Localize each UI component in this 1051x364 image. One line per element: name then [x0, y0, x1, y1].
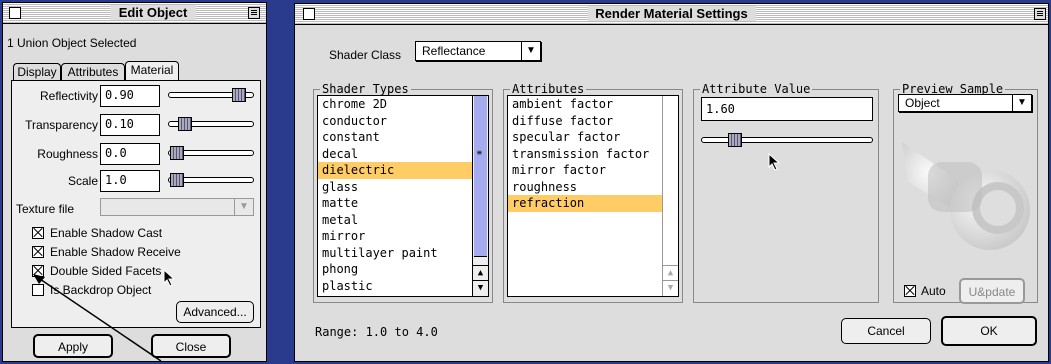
- attribute-value-label: Attribute Value: [700, 82, 813, 96]
- preview-object-value: Object: [905, 96, 940, 110]
- preview-render-shape: [902, 142, 1030, 250]
- render-settings-title: Render Material Settings: [587, 6, 756, 21]
- edit-object-window: Edit Object 1 Union Object Selected Disp…: [2, 2, 267, 362]
- cancel-button[interactable]: Cancel: [841, 318, 931, 344]
- attributes-scrollbar[interactable]: ▲ ▼: [662, 96, 678, 296]
- shader-class-popup[interactable]: Reflectance ▼: [415, 41, 541, 61]
- attribute-item[interactable]: diffuse factor: [508, 113, 678, 130]
- attribute-item[interactable]: transmission factor: [508, 146, 678, 163]
- scroll-down-icon[interactable]: ▼: [663, 280, 678, 296]
- attribute-value-field[interactable]: 1.60: [701, 97, 873, 121]
- shader-type-item[interactable]: dielectric: [318, 162, 488, 179]
- update-button[interactable]: U&pdate: [959, 278, 1025, 304]
- ok-button[interactable]: OK: [941, 316, 1037, 346]
- render-settings-window: Render Material Settings Shader Class Re…: [294, 3, 1049, 362]
- shader-type-item[interactable]: constant: [318, 129, 488, 146]
- shader-types-list[interactable]: chrome 2D conductor constant decal dielectri…: [317, 95, 489, 297]
- preview-object-popup[interactable]: Object ▼: [898, 94, 1032, 112]
- attributes-label: Attributes: [510, 82, 587, 96]
- chevron-down-icon: ▼: [1012, 95, 1031, 111]
- shader-types-scrollbar[interactable]: ≡ ▲ ▼: [472, 96, 488, 296]
- shader-type-item[interactable]: phong: [318, 261, 488, 278]
- shader-types-label: Shader Types: [320, 82, 411, 96]
- shader-type-item[interactable]: metal: [318, 212, 488, 229]
- attribute-value-group: Attribute Value: [693, 82, 879, 303]
- auto-checkbox[interactable]: [904, 285, 916, 297]
- attribute-item[interactable]: ambient factor: [508, 96, 678, 113]
- shader-type-item[interactable]: decal: [318, 146, 488, 163]
- auto-label: Auto: [921, 284, 946, 298]
- shader-type-item[interactable]: matte: [318, 195, 488, 212]
- range-text: Range: 1.0 to 4.0: [315, 325, 438, 339]
- shader-class-label: Shader Class: [329, 48, 402, 62]
- scroll-up-icon[interactable]: ▲: [663, 265, 678, 281]
- shader-class-value: Reflectance: [422, 44, 486, 58]
- shader-type-item[interactable]: chrome 2D: [318, 96, 488, 113]
- attribute-item[interactable]: specular factor: [508, 129, 678, 146]
- attribute-item[interactable]: roughness: [508, 179, 678, 196]
- mouse-pointer-icon: [163, 269, 176, 287]
- attribute-item[interactable]: mirror factor: [508, 162, 678, 179]
- shader-type-item[interactable]: mirror: [318, 228, 488, 245]
- attributes-list[interactable]: ambient factor diffuse factor specular fac…: [507, 95, 679, 297]
- scroll-up-icon[interactable]: ▲: [473, 265, 488, 281]
- slider-thumb[interactable]: [728, 133, 743, 147]
- attribute-item[interactable]: refraction: [508, 195, 678, 212]
- shader-type-item[interactable]: conductor: [318, 113, 488, 130]
- shader-type-item[interactable]: glass: [318, 179, 488, 196]
- chevron-down-icon: ▼: [521, 42, 540, 60]
- close-box-icon[interactable]: [303, 8, 315, 20]
- shader-type-item[interactable]: multilayer paint: [318, 245, 488, 262]
- attribute-value-slider[interactable]: [701, 133, 873, 147]
- preview-image: [898, 122, 1032, 270]
- render-settings-titlebar[interactable]: Render Material Settings: [295, 4, 1048, 25]
- scrollbar-thumb[interactable]: ≡: [474, 96, 487, 257]
- annotation-arrow: [33, 274, 162, 362]
- collapse-box-icon[interactable]: [1034, 8, 1046, 20]
- shader-type-item[interactable]: plastic: [318, 278, 488, 295]
- scroll-down-icon[interactable]: ▼: [473, 280, 488, 296]
- mouse-pointer-icon: [768, 153, 781, 171]
